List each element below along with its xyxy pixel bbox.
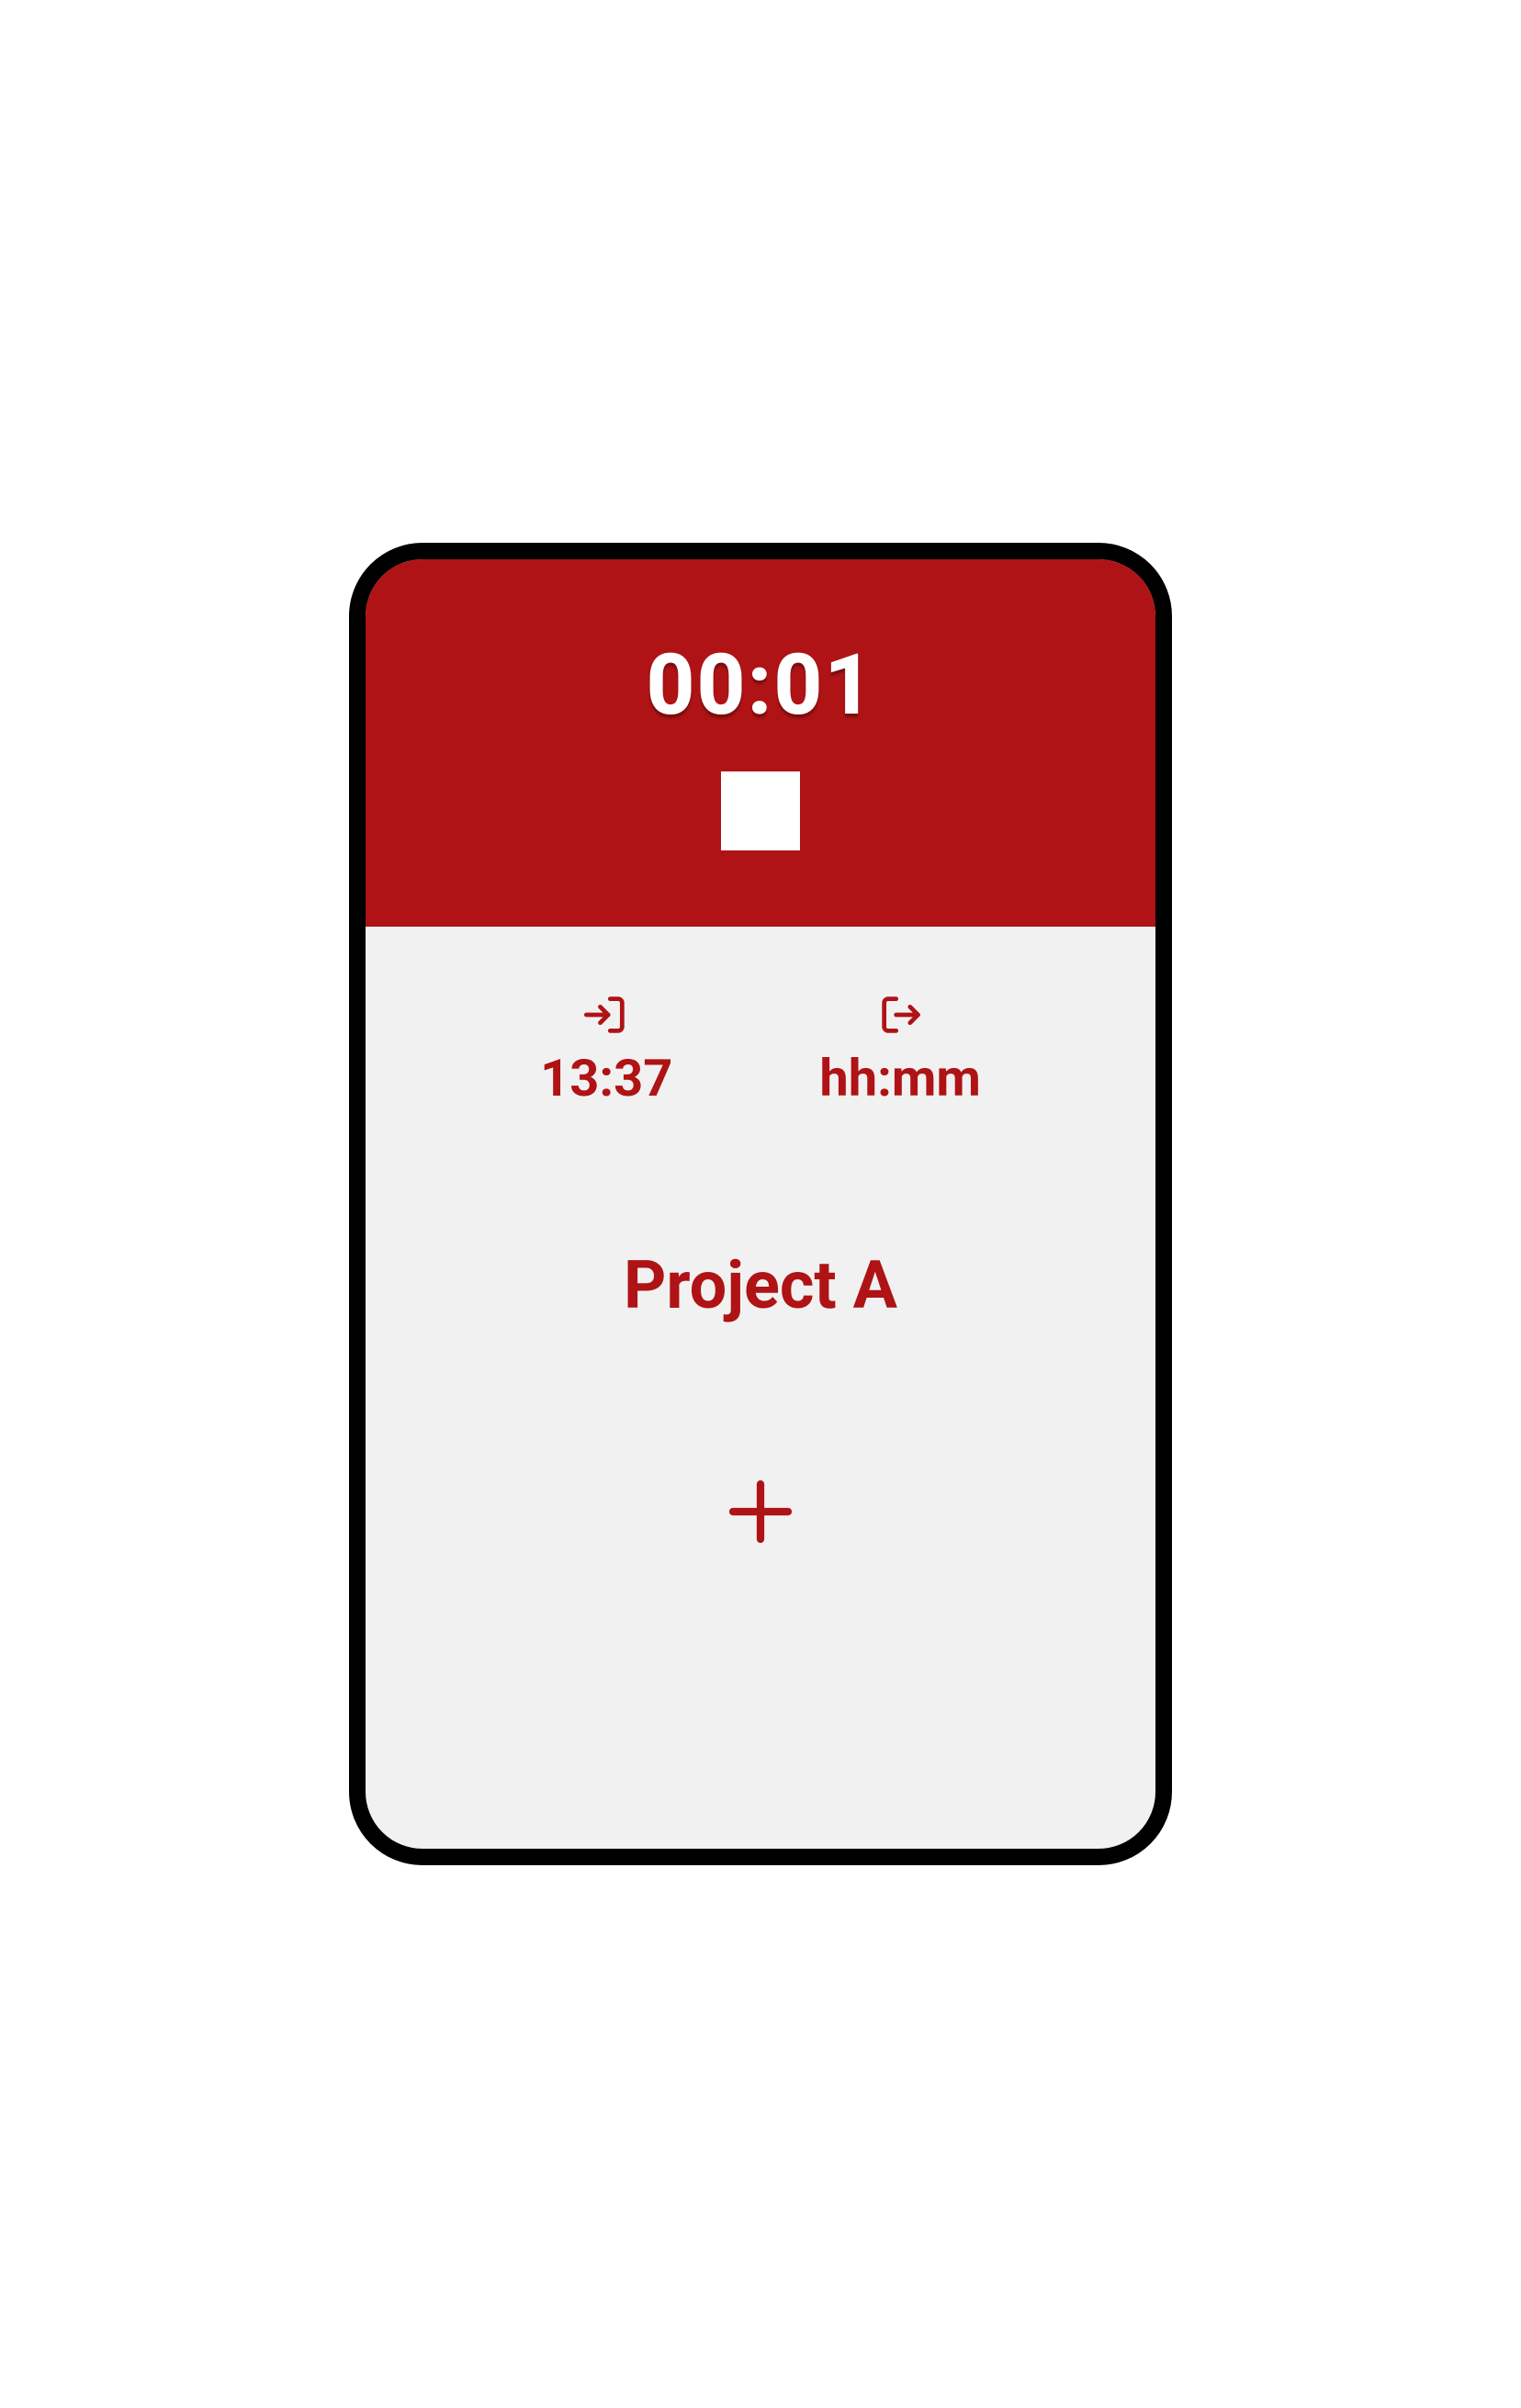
check-out-time: hh:mm (819, 1048, 981, 1108)
stop-button[interactable] (721, 771, 800, 850)
add-button[interactable] (719, 1471, 802, 1554)
login-icon (582, 991, 630, 1042)
timer-header: 00:01 (366, 559, 1155, 927)
plus-icon (719, 1470, 802, 1556)
time-row: 13:37 hh:mm (540, 991, 981, 1108)
device-frame: 00:01 13:37 (349, 543, 1172, 1865)
check-out-block[interactable]: hh:mm (819, 991, 981, 1108)
check-in-block[interactable]: 13:37 (540, 991, 672, 1108)
body-area: 13:37 hh:mm Project A (366, 927, 1155, 1554)
project-name[interactable]: Project A (624, 1246, 897, 1324)
logout-icon (876, 991, 924, 1042)
elapsed-timer: 00:01 (647, 636, 875, 735)
check-in-time: 13:37 (540, 1048, 672, 1108)
